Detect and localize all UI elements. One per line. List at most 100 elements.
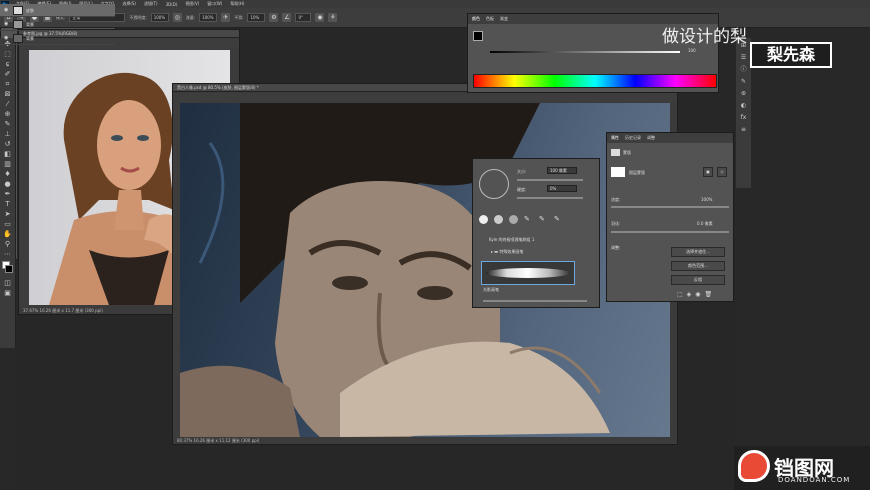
invert-button[interactable]: 反相 xyxy=(671,275,725,285)
brush-angle-preview[interactable] xyxy=(479,169,509,199)
density-slider[interactable] xyxy=(611,206,729,208)
properties-icon[interactable]: ☰ xyxy=(739,53,749,62)
visibility-eye-icon[interactable]: ◉ xyxy=(4,4,8,17)
brush-tip-4[interactable]: ✎ xyxy=(524,215,533,224)
brush-tip-5[interactable]: ✎ xyxy=(539,215,548,224)
apply-mask-icon[interactable]: ◈ xyxy=(687,291,692,298)
brightness-slider[interactable] xyxy=(490,51,680,53)
color-swatch-fg[interactable] xyxy=(473,31,483,41)
screen-mode-icon[interactable]: ▣ xyxy=(3,289,13,297)
angle-icon[interactable]: ∠ xyxy=(282,13,292,22)
clone-source-icon[interactable]: ⊛ xyxy=(739,89,749,98)
shape-tool-icon[interactable]: ▭ xyxy=(3,220,13,228)
visibility-eye-icon[interactable]: ◉ xyxy=(4,18,8,31)
info-icon[interactable]: ⓘ xyxy=(739,65,749,74)
healing-tool-icon[interactable]: ⊕ xyxy=(3,110,13,118)
menu-window[interactable]: 窗口(W) xyxy=(203,1,226,7)
brush-panel-scroll[interactable] xyxy=(483,300,587,302)
brush-name[interactable]: 光影画笔 xyxy=(483,287,499,293)
channels-icon[interactable]: ≡ xyxy=(739,125,749,134)
zoom-tool-icon[interactable]: ⚲ xyxy=(3,240,13,248)
eyedropper-tool-icon[interactable]: ⁄ xyxy=(3,100,13,108)
size-field[interactable]: 100 像素 xyxy=(547,167,577,174)
creator-watermark: 做设计的梨 xyxy=(662,27,747,47)
brush-tool-icon[interactable]: ✎ xyxy=(3,120,13,128)
crop-tool-icon[interactable]: ⌗ xyxy=(3,80,13,88)
feather-slider[interactable] xyxy=(611,231,729,233)
quick-select-tool-icon[interactable]: ✐ xyxy=(3,70,13,78)
smooth-field[interactable]: 10% xyxy=(247,13,266,22)
eraser-tool-icon[interactable]: ◧ xyxy=(3,150,13,158)
more-tools-icon[interactable]: ⋯ xyxy=(3,250,13,258)
color-range-button[interactable]: 颜色范围... xyxy=(671,261,725,271)
load-selection-icon[interactable]: ⬚ xyxy=(677,291,683,298)
density-value[interactable]: 100% xyxy=(701,197,712,202)
hand-tool-icon[interactable]: ✋ xyxy=(3,230,13,238)
tab-gradients[interactable]: 渐变 xyxy=(500,14,508,24)
tab-swatches[interactable]: 色板 xyxy=(486,14,494,24)
airbrush-icon[interactable]: ✈ xyxy=(221,13,231,22)
hardness-slider[interactable] xyxy=(517,197,583,199)
brush-tip-6[interactable]: ✎ xyxy=(554,215,563,224)
brush-folder[interactable]: ▸ ▬ 特殊效果画笔 xyxy=(483,249,523,255)
opacity-field[interactable]: 100% xyxy=(150,13,169,22)
blur-tool-icon[interactable]: ♦ xyxy=(3,170,13,178)
marquee-tool-icon[interactable]: ⬚ xyxy=(3,50,13,58)
dodge-tool-icon[interactable]: ● xyxy=(3,180,13,188)
pressure-size-icon[interactable]: ◉ xyxy=(315,13,325,22)
menu-filter[interactable]: 滤镜(T) xyxy=(140,1,162,7)
frame-tool-icon[interactable]: ⊠ xyxy=(3,90,13,98)
adjustments-icon[interactable]: ◐ xyxy=(739,101,749,110)
creator-logo: 梨先森 xyxy=(750,42,832,68)
brush-tip-2[interactable] xyxy=(494,215,503,224)
gradient-tool-icon[interactable]: ▥ xyxy=(3,160,13,168)
brush-panel-icon[interactable]: ✎ xyxy=(739,77,749,86)
pen-tool-icon[interactable]: ✒ xyxy=(3,190,13,198)
properties-panel[interactable]: 属性 历史记录 调整 蒙版 图层蒙版 ▣ ◇ 浓度: 100% 羽化: 0.0 … xyxy=(606,132,734,302)
brush-preset-panel[interactable]: 大小: 100 像素 硬度: 0% ✎ ✎ ✎ Kyle 的终极喷溅笔刷组 1 … xyxy=(472,158,600,308)
background-color[interactable] xyxy=(5,265,13,273)
menu-help[interactable]: 帮助(H) xyxy=(226,1,248,7)
brush-stroke-preview[interactable] xyxy=(481,261,575,285)
lasso-tool-icon[interactable]: ɕ xyxy=(3,60,13,68)
layer-row[interactable]: ◉ 背景 xyxy=(0,32,115,45)
layer-row[interactable]: ◉ 背景 xyxy=(0,18,115,31)
gear-icon[interactable]: ⚙ xyxy=(269,13,279,22)
visibility-icon[interactable]: ◉ xyxy=(695,291,700,298)
type-tool-icon[interactable]: T xyxy=(3,200,13,208)
angle-field[interactable]: 0° xyxy=(295,13,312,22)
vector-mask-button[interactable]: ◇ xyxy=(717,167,727,177)
mask-thumbnail[interactable] xyxy=(611,167,625,177)
brightness-value[interactable]: 100 xyxy=(688,48,696,53)
symmetry-icon[interactable]: ⚘ xyxy=(328,13,338,22)
pixel-mask-button[interactable]: ▣ xyxy=(703,167,713,177)
size-slider[interactable] xyxy=(517,179,583,181)
tab-adjustments[interactable]: 调整 xyxy=(647,133,655,143)
pressure-opacity-icon[interactable]: ◎ xyxy=(172,13,182,22)
flow-field[interactable]: 100% xyxy=(199,13,218,22)
select-and-mask-button[interactable]: 选择并遮住... xyxy=(671,247,725,257)
styles-icon[interactable]: fx xyxy=(739,113,749,122)
menu-3d[interactable]: 3D(D) xyxy=(162,2,182,7)
color-swatches[interactable] xyxy=(0,261,15,277)
stamp-tool-icon[interactable]: ⊥ xyxy=(3,130,13,138)
brush-tip-1[interactable] xyxy=(479,215,488,224)
trash-icon[interactable]: 🗑 xyxy=(705,291,713,298)
brush-tip-3[interactable] xyxy=(509,215,518,224)
visibility-eye-icon[interactable]: ◉ xyxy=(4,32,8,45)
path-select-icon[interactable]: ➤ xyxy=(3,210,13,218)
brush-preset-group[interactable]: Kyle 的终极喷溅笔刷组 1 xyxy=(489,237,534,243)
recent-brushes[interactable]: ✎ ✎ ✎ xyxy=(479,215,595,227)
layer-row[interactable]: ◉ 皮肤 xyxy=(0,4,115,17)
tab-properties[interactable]: 属性 xyxy=(611,133,619,143)
menu-view[interactable]: 视图(V) xyxy=(181,1,203,7)
hardness-field[interactable]: 0% xyxy=(547,185,577,192)
tab-color[interactable]: 颜色 xyxy=(472,14,480,24)
history-brush-icon[interactable]: ↺ xyxy=(3,140,13,148)
menu-select[interactable]: 选择(S) xyxy=(118,1,140,7)
color-spectrum[interactable] xyxy=(473,74,717,88)
quick-mask-icon[interactable]: ◫ xyxy=(3,279,13,287)
feather-value[interactable]: 0.0 像素 xyxy=(697,221,713,227)
main-document-window[interactable]: 黑白人像.psd @ 80.5% (皮肤, 图层蒙版/8) * 80.37% 1… xyxy=(172,83,678,445)
tab-history[interactable]: 历史记录 xyxy=(625,133,641,143)
